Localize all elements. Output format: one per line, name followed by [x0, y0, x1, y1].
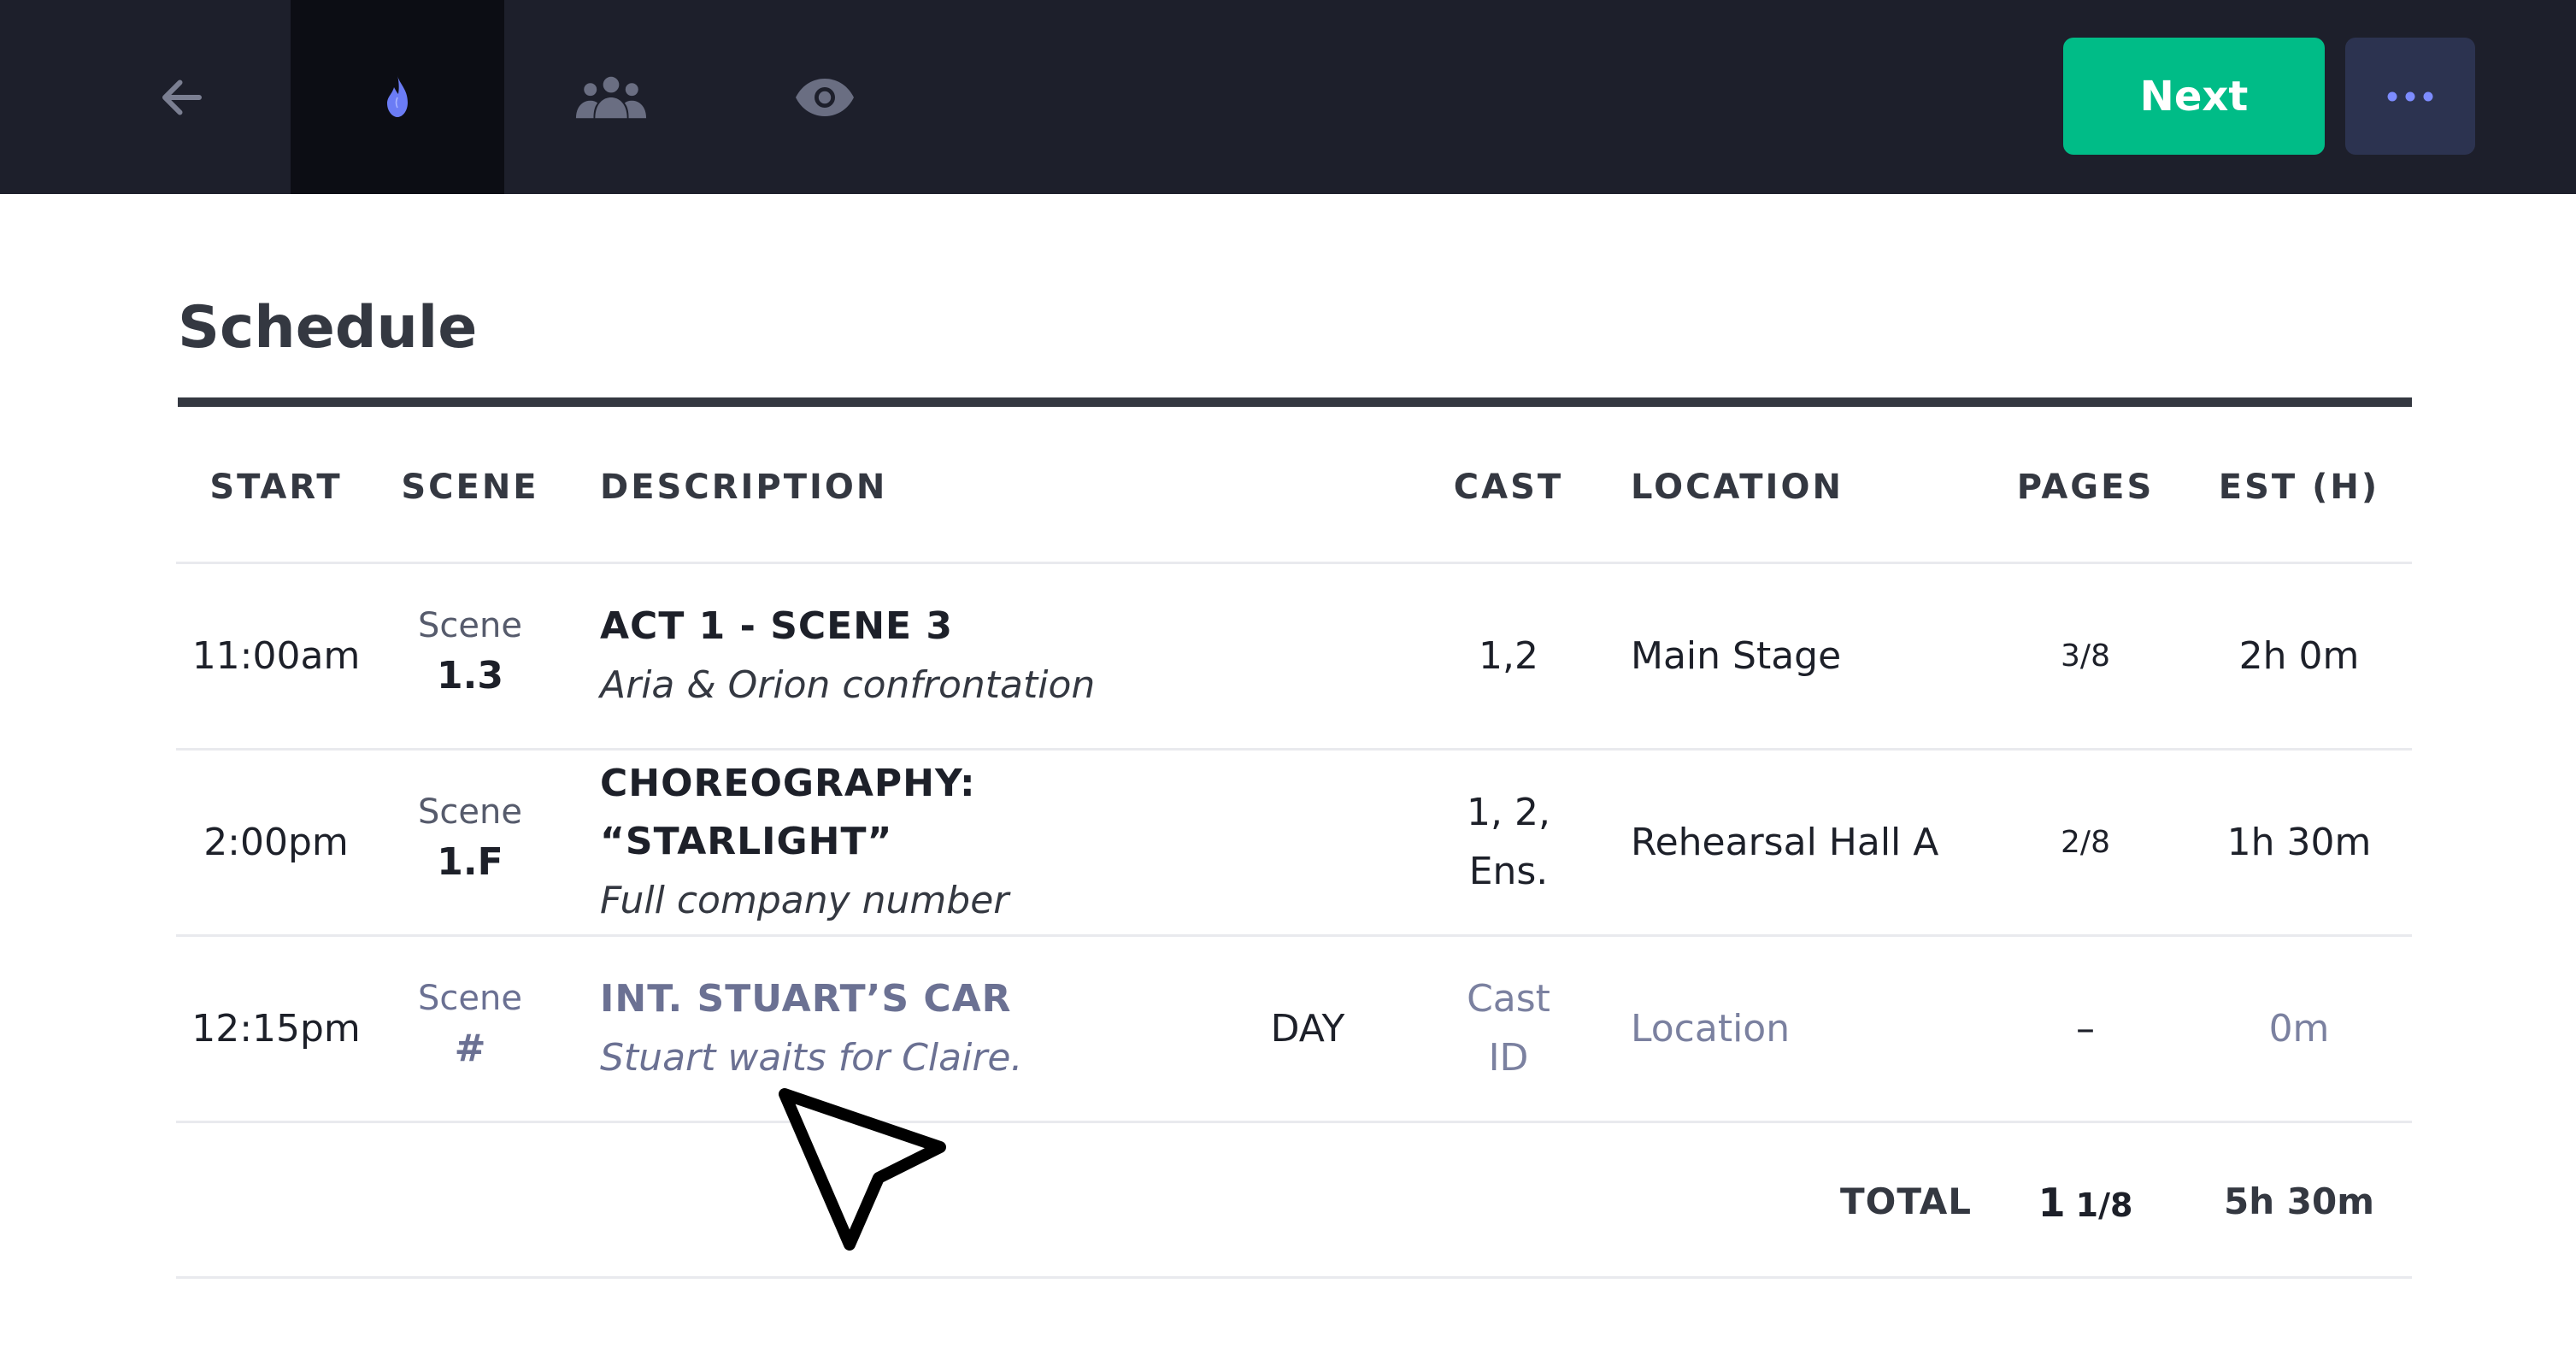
- column-header-cast[interactable]: CAST: [1419, 462, 1598, 513]
- mouse-cursor-icon: [779, 1088, 946, 1251]
- scene-cell: Scene 1.F: [385, 751, 556, 934]
- arrow-left-icon: [162, 79, 202, 115]
- scene-heading: CHOREOGRAPHY: “STARLIGHT”: [600, 762, 976, 864]
- pages-cell: 3/8: [2000, 564, 2171, 748]
- location-cell: Main Stage: [1631, 634, 1842, 678]
- tab-scenes[interactable]: [291, 0, 504, 194]
- column-header-start[interactable]: START: [178, 462, 374, 513]
- eye-icon: [796, 78, 854, 116]
- scene-synopsis: Aria & Orion confrontation: [600, 662, 1096, 707]
- column-header-location[interactable]: LOCATION: [1631, 462, 1973, 513]
- scene-label: Scene: [418, 979, 522, 1019]
- scene-number: 1.F: [437, 840, 503, 885]
- description-cell: ACT 1 - SCENE 3 Aria & Orion confrontati…: [600, 564, 1250, 748]
- cast-ids: 1, 2,: [1467, 791, 1550, 835]
- scene-label: Scene: [418, 606, 522, 646]
- pages-cell: 2/8: [2000, 751, 2171, 934]
- total-est: 5h 30m: [2224, 1180, 2374, 1222]
- title-divider: [178, 397, 2412, 407]
- total-label: TOTAL: [1839, 1180, 1972, 1222]
- row-divider: [176, 1121, 2412, 1123]
- start-time: 2:00pm: [203, 821, 349, 864]
- column-header-description[interactable]: DESCRIPTION: [600, 462, 1027, 513]
- scene-cell[interactable]: Scene #: [385, 937, 556, 1121]
- scene-heading-input[interactable]: INT. STUART’S CAR: [600, 970, 1012, 1028]
- column-header-est[interactable]: EST (H): [2205, 462, 2393, 513]
- start-time: 11:00am: [191, 634, 361, 678]
- table-bottom-divider: [176, 1276, 2412, 1279]
- scene-label: Scene: [418, 792, 522, 833]
- description-cell: CHOREOGRAPHY: “STARLIGHT” Full company n…: [600, 751, 1250, 934]
- more-dots-icon: [2387, 91, 2433, 101]
- cast-placeholder: Cast: [1467, 977, 1550, 1021]
- cast-ids: 1,2: [1479, 634, 1538, 678]
- column-header-pages[interactable]: PAGES: [2000, 462, 2171, 513]
- next-button[interactable]: Next: [2063, 38, 2325, 155]
- cast-cell: 1, 2, Ens.: [1419, 751, 1598, 934]
- est-cell: 1h 30m: [2226, 821, 2372, 864]
- est-input[interactable]: 0m: [2205, 937, 2393, 1121]
- cast-placeholder-extra: ID: [1488, 1035, 1529, 1080]
- scene-heading: ACT 1 - SCENE 3: [600, 604, 954, 649]
- scene-number: 1.3: [437, 654, 503, 698]
- total-pages: 1 1/8: [2000, 1171, 2171, 1231]
- column-header-scene[interactable]: SCENE: [385, 462, 556, 513]
- more-options-button[interactable]: [2345, 38, 2475, 155]
- start-time[interactable]: 12:15pm: [178, 937, 374, 1121]
- top-toolbar: Next: [0, 0, 2576, 194]
- location-cell: Rehearsal Hall A: [1631, 821, 1939, 864]
- scene-cell: Scene 1.3: [385, 564, 556, 748]
- tab-cast[interactable]: [504, 0, 718, 194]
- back-button[interactable]: [75, 0, 289, 194]
- total-pages-whole: 1: [2038, 1180, 2066, 1226]
- cast-ids-extra: Ens.: [1468, 849, 1549, 893]
- group-icon: [575, 76, 647, 118]
- page-title: Schedule: [178, 294, 478, 362]
- tab-preview[interactable]: [718, 0, 932, 194]
- pages-value: 2/8: [2061, 825, 2110, 860]
- location-input[interactable]: Location: [1631, 937, 2007, 1121]
- cast-cell: 1,2: [1419, 564, 1598, 748]
- pages-value: 3/8: [2061, 639, 2110, 674]
- scene-number-input[interactable]: #: [455, 1019, 486, 1079]
- cast-input[interactable]: Cast ID: [1419, 937, 1598, 1121]
- est-cell: 2h 0m: [2238, 634, 2360, 678]
- day-night-cell[interactable]: DAY: [1231, 937, 1385, 1121]
- flame-icon: [387, 74, 408, 117]
- scene-synopsis: Full company number: [600, 878, 1009, 922]
- total-pages-fraction: 1/8: [2075, 1186, 2133, 1224]
- pages-cell[interactable]: –: [2000, 937, 2171, 1121]
